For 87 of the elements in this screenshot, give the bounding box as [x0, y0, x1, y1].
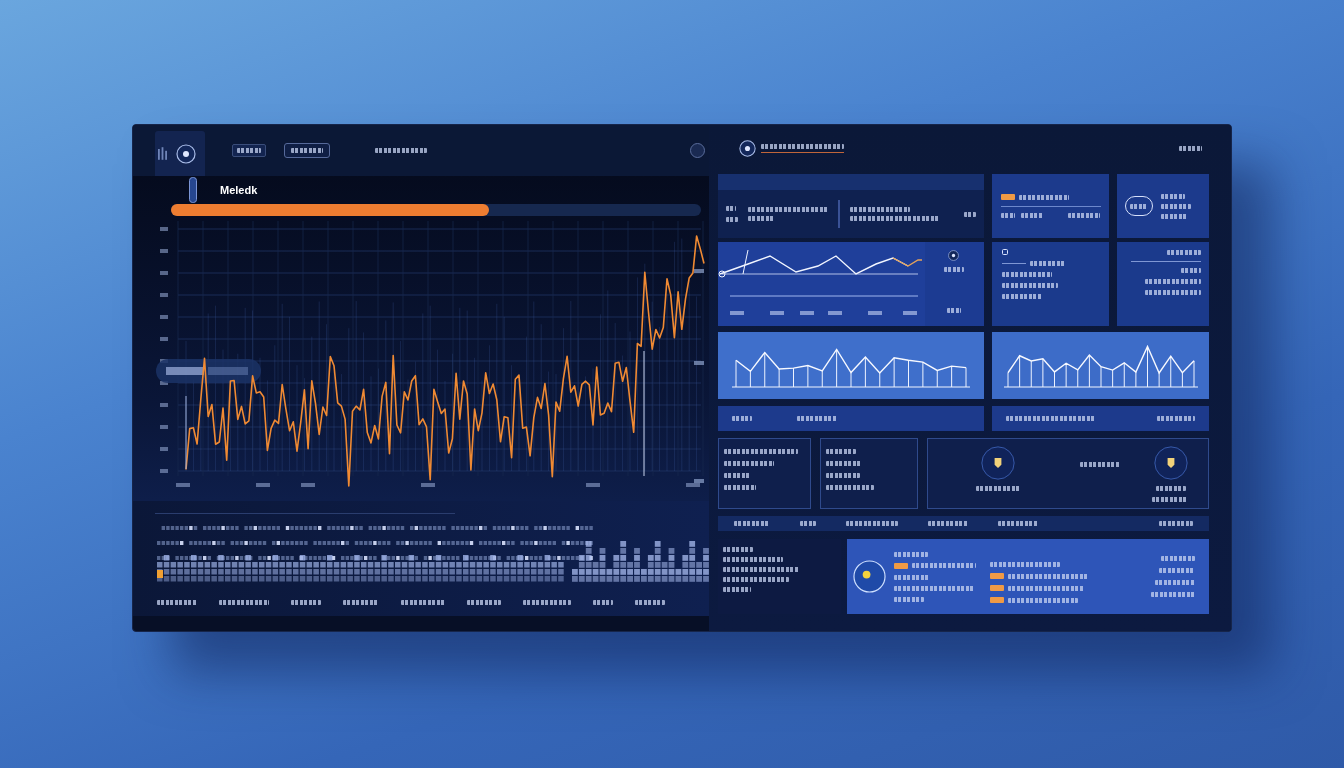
circle-badge-icon — [981, 446, 1015, 480]
garbled-label — [723, 557, 783, 562]
garbled-label — [732, 416, 752, 421]
garbled-label — [724, 461, 774, 466]
garbled-label — [734, 521, 770, 526]
garbled-label — [1130, 203, 1148, 209]
garbled-label — [1157, 416, 1195, 421]
tag-icon — [990, 597, 1004, 603]
garbled-label — [1161, 213, 1187, 219]
garbled-label — [1068, 213, 1100, 218]
garbled-label — [237, 148, 261, 153]
tag-icon — [894, 562, 908, 569]
garbled-label — [1145, 290, 1201, 295]
tag-icon — [1001, 194, 1015, 200]
header-pill-button[interactable] — [232, 144, 266, 157]
garbled-label — [894, 574, 930, 580]
garbled-label — [726, 206, 736, 211]
garbled-label — [723, 587, 751, 592]
garbled-label — [219, 600, 269, 605]
garbled-label — [1161, 203, 1191, 209]
garbled-label — [894, 551, 928, 557]
garbled-label — [1159, 568, 1195, 573]
garbled-label — [1156, 486, 1186, 491]
garbled-label — [1151, 592, 1195, 597]
garbled-label — [723, 577, 789, 582]
garbled-label — [1002, 272, 1052, 277]
garbled-label — [1080, 462, 1120, 467]
round-icon-button[interactable] — [690, 143, 705, 158]
garbled-label — [990, 562, 1060, 567]
bars-icon — [158, 147, 167, 160]
tag-icon — [990, 585, 1004, 591]
garbled-label — [850, 207, 910, 212]
garbled-label — [1161, 556, 1195, 561]
garbled-label — [1159, 521, 1193, 526]
chart-title: Meledk — [220, 184, 258, 196]
garbled-label — [1152, 497, 1188, 502]
ring-icon — [948, 250, 959, 261]
garbled-label — [1002, 294, 1042, 299]
garbled-label — [593, 600, 613, 605]
garbled-label — [343, 600, 379, 605]
garbled-label — [291, 148, 323, 153]
garbled-label — [800, 521, 816, 526]
garbled-label — [964, 211, 976, 217]
garbled-label — [894, 596, 924, 602]
garbled-label — [748, 216, 774, 221]
garbled-label — [943, 267, 964, 272]
garbled-label — [912, 563, 976, 568]
garbled-label — [467, 600, 501, 605]
garbled-label — [157, 600, 197, 605]
garbled-label — [1001, 213, 1015, 218]
garbled-label — [724, 473, 750, 478]
garbled-label — [726, 217, 738, 222]
garbled-label — [1155, 580, 1195, 585]
garbled-label — [976, 486, 1020, 491]
garbled-label — [1019, 194, 1069, 200]
header-pill-button[interactable] — [284, 143, 330, 158]
garbled-label — [375, 148, 427, 153]
garbled-label — [1179, 145, 1202, 151]
garbled-label — [635, 600, 665, 605]
garbled-label — [723, 547, 753, 552]
garbled-label — [1008, 597, 1078, 603]
vertical-pill-icon — [189, 177, 197, 203]
garbled-label — [797, 416, 837, 421]
ring-icon — [176, 143, 196, 164]
garbled-label — [826, 461, 862, 466]
garbled-label — [401, 600, 445, 605]
garbled-label — [1145, 279, 1201, 284]
garbled-label — [523, 600, 571, 605]
garbled-label — [291, 600, 321, 605]
garbled-label — [826, 473, 860, 478]
garbled-label — [928, 521, 968, 526]
circle-badge-icon — [1154, 446, 1188, 480]
garbled-label — [1030, 261, 1066, 266]
garbled-label — [1002, 283, 1058, 288]
tag-icon — [990, 573, 1004, 579]
garbled-label — [998, 521, 1038, 526]
garbled-label — [1167, 250, 1201, 255]
garbled-label — [724, 485, 756, 490]
garbled-label — [946, 308, 961, 313]
garbled-label — [1161, 193, 1185, 199]
garbled-label — [1181, 268, 1201, 273]
ring-icon — [739, 139, 756, 157]
garbled-label — [826, 449, 856, 454]
garbled-label — [846, 521, 898, 526]
ring-dot-icon — [853, 560, 886, 593]
garbled-label — [1021, 213, 1043, 218]
garbled-label — [826, 485, 874, 490]
